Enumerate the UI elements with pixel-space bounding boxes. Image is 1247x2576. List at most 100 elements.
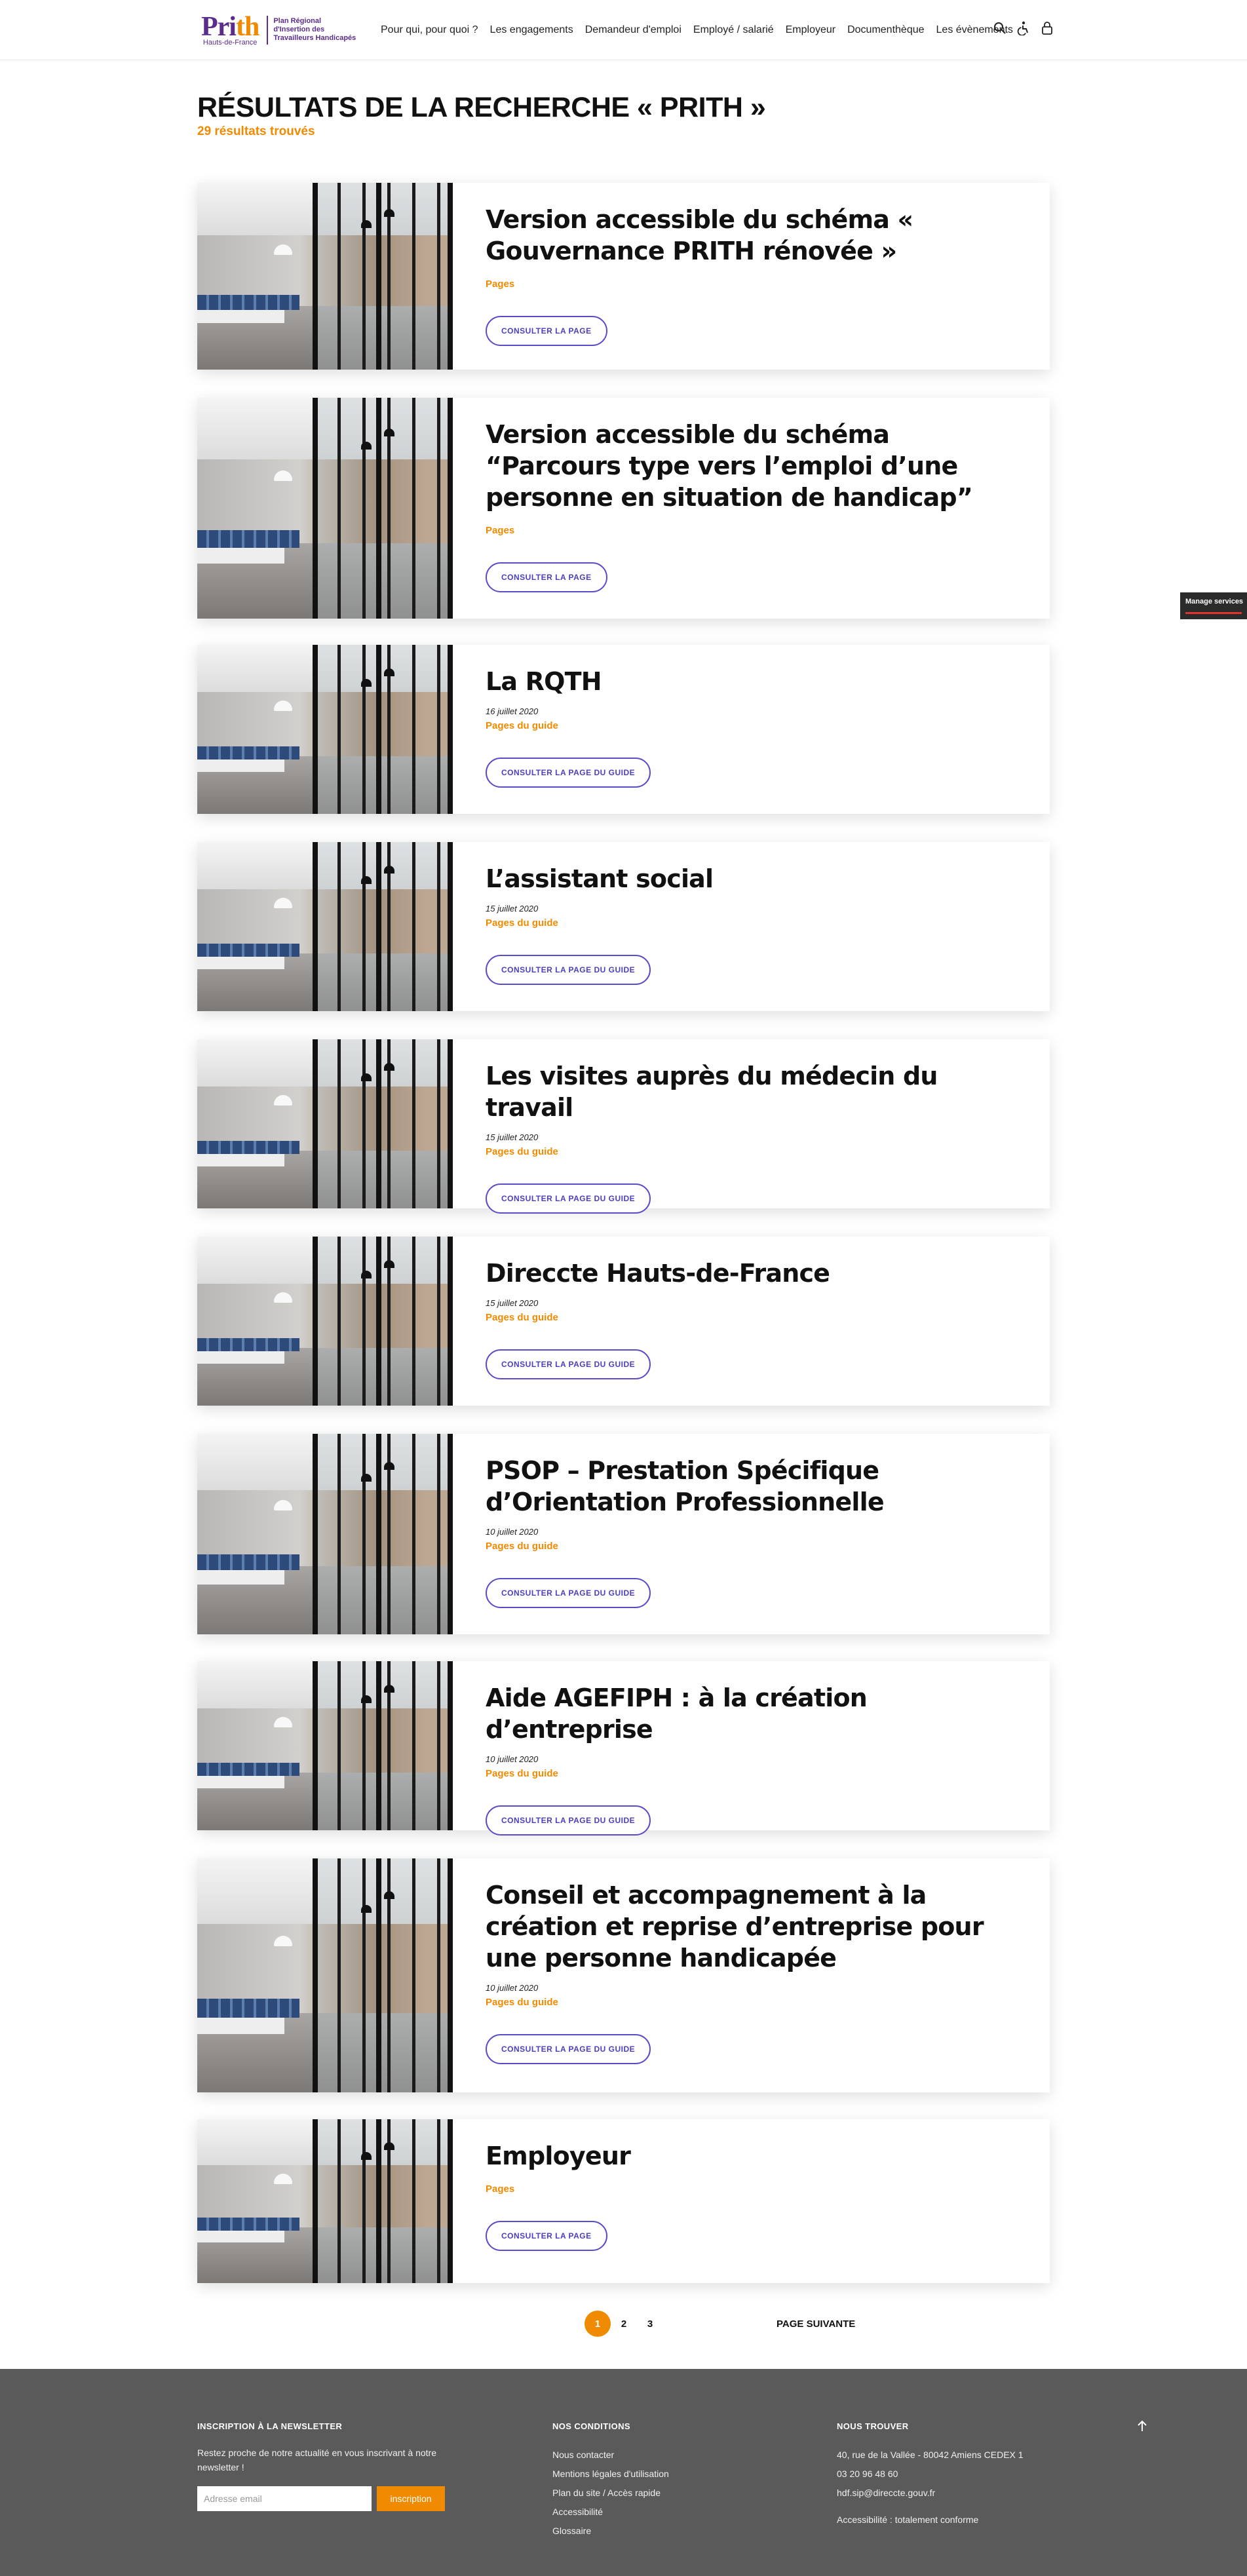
footer-link-accessibility[interactable]: Accessibilité bbox=[552, 2503, 749, 2522]
footer-link-sitemap[interactable]: Plan du site / Accès rapide bbox=[552, 2484, 749, 2503]
result-body: Direccte Hauts-de-France 15 juillet 2020 P… bbox=[453, 1237, 1050, 1406]
result-type: Pages bbox=[486, 525, 515, 536]
result-card: Employeur Pages CONSULTER LA PAGE bbox=[197, 2119, 1050, 2283]
lock-icon[interactable] bbox=[1040, 20, 1054, 37]
footer-phone: 03 20 96 48 60 bbox=[837, 2469, 898, 2479]
newsletter-form: inscription bbox=[197, 2486, 459, 2511]
result-title[interactable]: L’assistant social bbox=[486, 863, 1017, 894]
result-title[interactable]: PSOP – Prestation Spécifique d’Orientati… bbox=[486, 1455, 1017, 1518]
back-to-top-button[interactable] bbox=[1134, 2417, 1151, 2434]
result-thumbnail[interactable] bbox=[197, 842, 453, 1011]
result-body: Version accessible du schéma « Gouvernan… bbox=[453, 183, 1050, 370]
result-date: 15 juillet 2020 bbox=[486, 1298, 539, 1308]
footer-email[interactable]: hdf.sip@direccte.gouv.fr bbox=[837, 2484, 1073, 2503]
consult-page-button[interactable]: CONSULTER LA PAGE bbox=[486, 2221, 607, 2251]
search-icon[interactable] bbox=[993, 20, 1007, 37]
result-thumbnail[interactable] bbox=[197, 398, 453, 619]
prith-logo[interactable]: Prith Hauts-de-France Plan Régional d'In… bbox=[201, 10, 362, 50]
nav-item-engagements[interactable]: Les engagements bbox=[484, 24, 579, 36]
logo-tagline-line: d'Insertion des bbox=[273, 26, 325, 33]
manage-services-label: Manage services bbox=[1185, 598, 1244, 606]
logo-tagline-line: Travailleurs Handicapés bbox=[273, 34, 356, 42]
footer-address: 40, rue de la Vallée - 80042 Amiens CEDE… bbox=[837, 2450, 1024, 2460]
consult-page-button[interactable]: CONSULTER LA PAGE DU GUIDE bbox=[486, 1578, 651, 1608]
result-body: Aide AGEFIPH : à la création d’entrepris… bbox=[453, 1661, 1050, 1836]
result-type: Pages du guide bbox=[486, 1768, 558, 1779]
consult-page-button[interactable]: CONSULTER LA PAGE bbox=[486, 562, 607, 592]
result-card: Version accessible du schéma « Gouvernan… bbox=[197, 183, 1050, 370]
result-body: Employeur Pages CONSULTER LA PAGE bbox=[453, 2119, 1050, 2283]
accessibility-icon[interactable] bbox=[1016, 20, 1031, 37]
result-title[interactable]: Conseil et accompagnement à la création … bbox=[486, 1879, 1017, 1974]
result-title[interactable]: Direccte Hauts-de-France bbox=[486, 1258, 1017, 1289]
footer-link-mentions[interactable]: Mentions légales d'utilisation bbox=[552, 2465, 749, 2484]
result-body: La RQTH 16 juillet 2020 Pages du guide CONS… bbox=[453, 645, 1050, 814]
result-title[interactable]: Employeur bbox=[486, 2140, 1017, 2172]
conditions-heading: NOS CONDITIONS bbox=[552, 2421, 630, 2431]
footer-newsletter: INSCRIPTION À LA NEWSLETTER Restez proch… bbox=[197, 2421, 459, 2511]
result-body: Les visites auprès du médecin du travail… bbox=[453, 1039, 1050, 1214]
footer-link-glossary[interactable]: Glossaire bbox=[552, 2522, 749, 2541]
logo-tagline-line: Plan Régional bbox=[273, 17, 322, 25]
consult-page-button[interactable]: CONSULTER LA PAGE DU GUIDE bbox=[486, 1183, 651, 1214]
result-thumbnail[interactable] bbox=[197, 1434, 453, 1634]
result-card: Aide AGEFIPH : à la création d’entrepris… bbox=[197, 1661, 1050, 1836]
consult-page-button[interactable]: CONSULTER LA PAGE DU GUIDE bbox=[486, 2034, 651, 2064]
site-header: Prith Hauts-de-France Plan Régional d'In… bbox=[0, 0, 1247, 60]
result-title[interactable]: Version accessible du schéma “Parcours t… bbox=[486, 419, 1017, 513]
main-nav: Pour qui, pour quoi ? Les engagements De… bbox=[375, 24, 1019, 36]
find-us-heading: NOUS TROUVER bbox=[837, 2421, 909, 2431]
newsletter-text: Restez proche de notre actualité en vous… bbox=[197, 2448, 436, 2472]
result-card: Version accessible du schéma “Parcours t… bbox=[197, 398, 1050, 619]
result-thumbnail[interactable] bbox=[197, 2119, 453, 2283]
nav-item-employe[interactable]: Employé / salarié bbox=[687, 24, 780, 36]
result-thumbnail[interactable] bbox=[197, 183, 453, 370]
result-thumbnail[interactable] bbox=[197, 1858, 453, 2092]
logo-text-b: th bbox=[235, 11, 259, 42]
consult-page-button[interactable]: CONSULTER LA PAGE bbox=[486, 316, 607, 346]
logo-subtitle: Hauts-de-France bbox=[202, 38, 258, 47]
nav-item-pour-qui[interactable]: Pour qui, pour quoi ? bbox=[375, 24, 484, 36]
result-card: Conseil et accompagnement à la création … bbox=[197, 1858, 1050, 2092]
result-thumbnail[interactable] bbox=[197, 1237, 453, 1406]
results-count: 29 résultats trouvés bbox=[197, 125, 315, 138]
email-field[interactable] bbox=[197, 2486, 372, 2511]
logo-separator bbox=[267, 15, 269, 45]
result-title[interactable]: La RQTH bbox=[486, 666, 1017, 697]
page-3-button[interactable]: 3 bbox=[637, 2311, 663, 2337]
result-thumbnail[interactable] bbox=[197, 645, 453, 814]
consult-page-button[interactable]: CONSULTER LA PAGE DU GUIDE bbox=[486, 758, 651, 788]
result-card: La RQTH 16 juillet 2020 Pages du guide CONS… bbox=[197, 645, 1050, 814]
consult-page-button[interactable]: CONSULTER LA PAGE DU GUIDE bbox=[486, 1805, 651, 1836]
page-2-button[interactable]: 2 bbox=[611, 2311, 637, 2337]
footer-link-contact[interactable]: Nous contacter bbox=[552, 2446, 749, 2465]
logo-wordmark: Prith Hauts-de-France bbox=[201, 11, 259, 47]
nav-item-employeur[interactable]: Employeur bbox=[780, 24, 841, 36]
nav-item-documentheque[interactable]: Documenthèque bbox=[841, 24, 930, 36]
pagination: 1 2 3 bbox=[585, 2311, 663, 2337]
manage-services-button[interactable]: Manage services bbox=[1180, 592, 1247, 619]
result-date: 15 juillet 2020 bbox=[486, 1132, 539, 1142]
footer-conditions: NOS CONDITIONS Nous contacter Mentions l… bbox=[552, 2421, 749, 2541]
result-title[interactable]: Version accessible du schéma « Gouvernan… bbox=[486, 204, 1017, 267]
result-card: Direccte Hauts-de-France 15 juillet 2020 P… bbox=[197, 1237, 1050, 1406]
result-body: L’assistant social 15 juillet 2020 Pages d… bbox=[453, 842, 1050, 1011]
result-thumbnail[interactable] bbox=[197, 1661, 453, 1830]
result-date: 16 juillet 2020 bbox=[486, 706, 539, 716]
result-card: L’assistant social 15 juillet 2020 Pages d… bbox=[197, 842, 1050, 1011]
result-date: 10 juillet 2020 bbox=[486, 1754, 539, 1764]
result-card: PSOP – Prestation Spécifique d’Orientati… bbox=[197, 1434, 1050, 1634]
consult-page-button[interactable]: CONSULTER LA PAGE DU GUIDE bbox=[486, 955, 651, 985]
page-1-button[interactable]: 1 bbox=[585, 2311, 611, 2337]
accessibility-status: Accessibilité : totalement conforme bbox=[837, 2514, 979, 2525]
result-thumbnail[interactable] bbox=[197, 1039, 453, 1208]
nav-item-demandeur[interactable]: Demandeur d'emploi bbox=[579, 24, 687, 36]
result-type: Pages du guide bbox=[486, 1997, 558, 2008]
next-page-link[interactable]: PAGE SUIVANTE bbox=[777, 2318, 855, 2330]
consult-page-button[interactable]: CONSULTER LA PAGE DU GUIDE bbox=[486, 1349, 651, 1379]
subscribe-button[interactable]: inscription bbox=[377, 2486, 445, 2511]
result-title[interactable]: Aide AGEFIPH : à la création d’entrepris… bbox=[486, 1682, 1017, 1745]
logo-tagline: Plan Régional d'Insertion des Travailleu… bbox=[273, 17, 356, 43]
result-title[interactable]: Les visites auprès du médecin du travail bbox=[486, 1060, 1017, 1123]
result-type: Pages du guide bbox=[486, 720, 558, 731]
